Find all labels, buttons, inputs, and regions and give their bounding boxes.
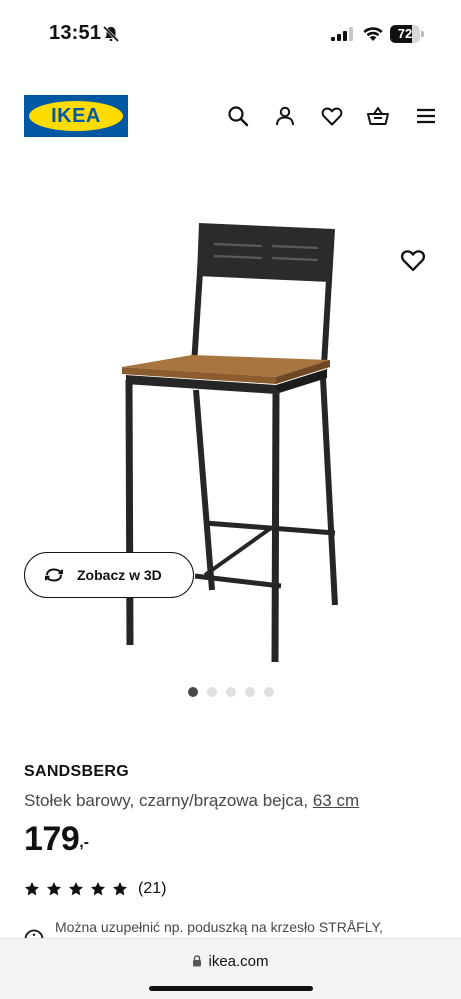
image-pagination — [188, 687, 274, 697]
pagination-dot[interactable] — [245, 687, 255, 697]
battery-level: 72 — [397, 26, 413, 41]
view-3d-label: Zobacz w 3D — [77, 567, 162, 583]
pagination-dot[interactable] — [188, 687, 198, 697]
star-icon — [113, 882, 127, 896]
rating-count: (21) — [138, 880, 167, 897]
rating-stars — [24, 881, 134, 897]
product-size-link[interactable]: 63 cm — [313, 791, 359, 810]
bell-slash-icon — [102, 25, 120, 43]
basket-icon[interactable] — [366, 104, 390, 128]
pagination-dot[interactable] — [207, 687, 217, 697]
url-display[interactable]: ikea.com — [0, 953, 461, 970]
home-indicator[interactable] — [149, 986, 313, 991]
product-description-text: Stołek barowy, czarny/brązowa bejca, — [24, 791, 313, 810]
product-name: SANDSBERG — [24, 763, 129, 780]
battery-icon: 72 — [390, 25, 424, 43]
product-price: 179 ,- — [24, 820, 89, 859]
browser-address-bar[interactable]: ikea.com — [0, 938, 461, 999]
user-icon[interactable] — [273, 104, 297, 128]
lock-icon — [193, 955, 202, 967]
search-icon[interactable] — [226, 104, 250, 128]
rotate-3d-icon — [45, 568, 63, 582]
note-text: Można uzupełnić np. poduszką na krzesło … — [55, 919, 383, 935]
add-to-favourites-icon[interactable] — [399, 246, 427, 274]
heart-icon[interactable] — [320, 104, 344, 128]
status-time: 13:51 — [49, 22, 102, 44]
star-icon — [91, 882, 105, 896]
product-rating[interactable]: (21) — [24, 880, 166, 898]
url-text: ikea.com — [208, 953, 269, 970]
view-3d-button[interactable]: Zobacz w 3D — [24, 552, 194, 598]
site-header: IKEA — [0, 88, 461, 144]
product-image[interactable] — [0, 190, 461, 680]
pagination-dot[interactable] — [226, 687, 236, 697]
pagination-dot[interactable] — [264, 687, 274, 697]
price-suffix: ,- — [79, 834, 90, 851]
star-icon — [47, 882, 61, 896]
status-bar: 13:51 72 — [0, 0, 461, 66]
star-icon — [25, 882, 39, 896]
ikea-logo[interactable]: IKEA — [24, 95, 128, 137]
product-description: Stołek barowy, czarny/brązowa bejca, 63 … — [24, 791, 359, 811]
signal-icon — [331, 27, 353, 41]
wifi-icon — [363, 27, 383, 41]
product-note: Można uzupełnić np. poduszką na krzesło … — [24, 917, 461, 939]
menu-icon[interactable] — [414, 104, 438, 128]
logo-text: IKEA — [51, 104, 101, 127]
star-icon — [69, 882, 83, 896]
price-value: 179 — [24, 820, 80, 858]
